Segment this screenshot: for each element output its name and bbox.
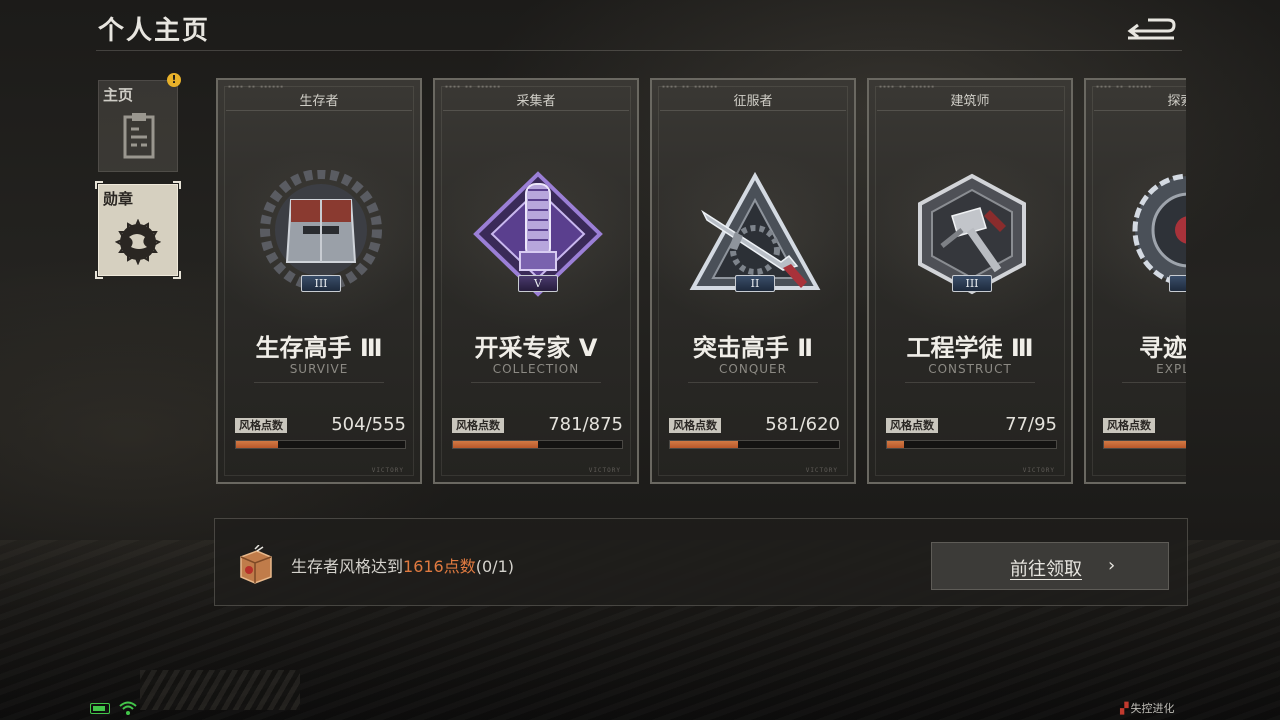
quest-progress: (0/1) — [475, 557, 514, 576]
divider — [877, 110, 1063, 111]
divider — [905, 382, 1035, 383]
divider — [443, 110, 629, 111]
tier-badge: III — [301, 275, 341, 292]
card-tag: 生存者 — [299, 94, 339, 109]
emblem-icon — [115, 219, 161, 265]
medal-name-en: SURVIVE — [289, 362, 349, 376]
card-footer: VICTORY — [588, 467, 621, 474]
medal-cards: ▪▪▪▪ ▪▪ ▪▪▪▪▪▪ 生存者 III 生存高手 Ⅲ SURVIVE 风格… — [214, 76, 1186, 488]
logo-mark: ▞ — [1120, 702, 1129, 715]
corner-mark — [173, 271, 181, 279]
divider — [226, 110, 412, 111]
quest-prefix: 生存者风格达到 — [291, 557, 404, 576]
card-footer: VICTORY — [371, 467, 404, 474]
style-progress-bar — [235, 440, 406, 449]
medal-name-en: CONQUER — [719, 362, 787, 376]
style-progress-fill — [1104, 441, 1186, 448]
medal-card-collection[interactable]: ▪▪▪▪ ▪▪ ▪▪▪▪▪▪ 采集者 V 开采专家 V COLLECTION 风… — [433, 78, 639, 484]
style-points-label: 风格点数 — [1103, 418, 1155, 433]
back-arrow-icon — [1127, 18, 1176, 40]
style-progress-bar — [1103, 440, 1186, 449]
medal-card-survive[interactable]: ▪▪▪▪ ▪▪ ▪▪▪▪▪▪ 生存者 III 生存高手 Ⅲ SURVIVE 风格… — [216, 78, 422, 484]
divider — [1122, 382, 1186, 383]
medal-card-conquer[interactable]: ▪▪▪▪ ▪▪ ▪▪▪▪▪▪ 征服者 II 突击高手 Ⅱ CONQUER 风格点… — [650, 78, 856, 484]
corner-mark — [95, 181, 103, 189]
medal-name-en: COLLECTION — [492, 362, 580, 376]
clipboard-icon — [123, 113, 155, 159]
style-points-value: 781/875 — [548, 414, 623, 435]
medal-name: 工程学徒 Ⅲ — [906, 334, 1034, 362]
card-footer: VICTORY — [1022, 467, 1055, 474]
medal-name: 突击高手 Ⅱ — [692, 334, 814, 362]
card-tag: 采集者 — [516, 94, 556, 109]
divider — [471, 382, 601, 383]
corner-mark — [173, 181, 181, 189]
divider — [688, 382, 818, 383]
notice-badge: ! — [167, 73, 181, 87]
card-tag: 探索者 — [1167, 94, 1186, 109]
battery-icon — [90, 703, 110, 714]
claim-button[interactable]: 前往领取 › — [931, 542, 1169, 590]
style-progress-fill — [236, 441, 279, 448]
style-progress-bar — [452, 440, 623, 449]
medal-name-en: EXPLORE — [1156, 362, 1186, 376]
tier-badge: I — [1169, 275, 1186, 292]
style-progress-bar — [669, 440, 840, 449]
tab-medals[interactable]: 勋章 — [95, 181, 181, 279]
style-points-value: 77/95 — [1005, 414, 1057, 435]
divider — [1094, 110, 1186, 111]
header-divider — [96, 50, 1182, 51]
style-points-label: 风格点数 — [886, 418, 938, 433]
quest-target-points: 1616点数 — [403, 557, 476, 576]
claim-button-label: 前往领取 — [1010, 559, 1082, 580]
card-tag: 建筑师 — [950, 94, 990, 109]
tab-medals-label: 勋章 — [103, 190, 134, 208]
tier-badge: V — [518, 275, 558, 292]
tab-home[interactable]: 主页 — [98, 80, 178, 172]
style-points-label: 风格点数 — [235, 418, 287, 433]
wifi-icon — [119, 701, 137, 715]
quest-bar: 生存者风格达到1616点数(0/1) 前往领取 › — [214, 518, 1188, 606]
game-logo: ▞ 失控进化 — [1120, 700, 1174, 716]
style-points-value: 504/555 — [331, 414, 406, 435]
style-progress-fill — [887, 441, 904, 448]
tab-home-label: 主页 — [103, 86, 134, 104]
medal-card-construct[interactable]: ▪▪▪▪ ▪▪ ▪▪▪▪▪▪ 建筑师 III 工程学徒 Ⅲ CONSTRUCT … — [867, 78, 1073, 484]
style-progress-fill — [670, 441, 738, 448]
divider — [254, 382, 384, 383]
quest-text: 生存者风格达到1616点数(0/1) — [291, 553, 514, 577]
floor-grate — [140, 670, 300, 710]
style-points-value: 581/620 — [765, 414, 840, 435]
style-progress-fill — [453, 441, 538, 448]
medal-card-explore[interactable]: ▪▪▪▪ ▪▪ ▪▪▪▪▪▪ 探索者 I 寻迹高手 EXPLORE 风格点数 V… — [1084, 78, 1186, 484]
card-tag: 征服者 — [733, 94, 773, 109]
logo-text: 失控进化 — [1130, 702, 1175, 715]
page-title: 个人主页 — [98, 16, 211, 46]
style-points-label: 风格点数 — [669, 418, 721, 433]
medal-name: 寻迹高手 — [1139, 334, 1186, 362]
chevron-right-icon: › — [1108, 555, 1116, 576]
gift-box-icon — [240, 545, 272, 584]
corner-mark — [95, 271, 103, 279]
card-footer: VICTORY — [805, 467, 838, 474]
back-button[interactable] — [1124, 14, 1180, 44]
style-points-label: 风格点数 — [452, 418, 504, 433]
medal-name: 生存高手 Ⅲ — [255, 334, 383, 362]
tier-badge: II — [735, 275, 775, 292]
divider — [660, 110, 846, 111]
tier-badge: III — [952, 275, 992, 292]
medal-name: 开采专家 V — [474, 334, 598, 362]
medal-name-en: CONSTRUCT — [928, 362, 1012, 376]
style-progress-bar — [886, 440, 1057, 449]
